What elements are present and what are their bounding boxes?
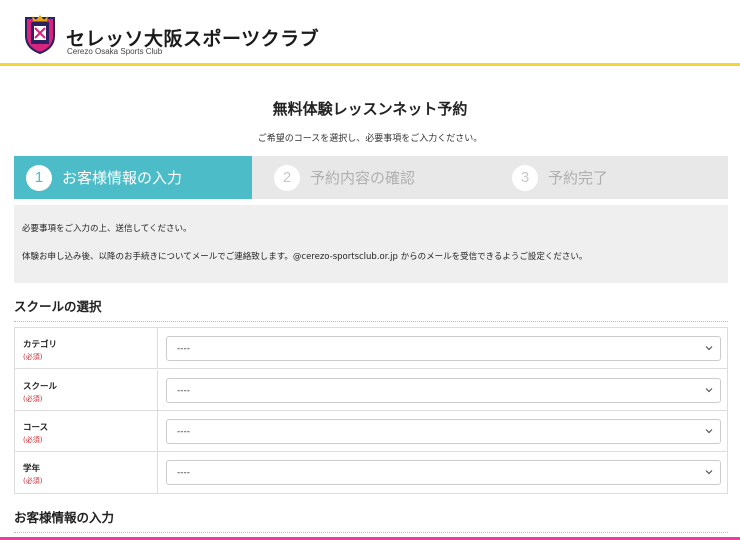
required-badge: (必須) bbox=[23, 436, 43, 444]
page-subtitle: ご希望のコースを選択し、必要事項をご入力ください。 bbox=[257, 134, 483, 144]
form-row-grade: 学年 (必須) ---- bbox=[15, 452, 727, 493]
school-label: スクール bbox=[23, 382, 58, 392]
notice-box: 必要事項をご入力の上、送信してください。 体験お申し込み後、以降のお手続きについ… bbox=[14, 205, 728, 283]
chevron-down-icon bbox=[705, 429, 713, 434]
form-row-course: コース (必須) ---- bbox=[15, 411, 727, 452]
school-select[interactable]: ---- bbox=[166, 378, 721, 403]
row-label-cell: コース (必須) bbox=[15, 411, 158, 451]
step-label: 予約完了 bbox=[548, 169, 609, 187]
step-number: 3 bbox=[512, 164, 538, 191]
form-row-category: カテゴリ (必須) ---- bbox=[15, 328, 727, 369]
step-label: 予約内容の確認 bbox=[310, 169, 416, 187]
chevron-down-icon bbox=[705, 470, 713, 475]
site-header: セレッソ大阪スポーツクラブ Cerezo Osaka Sports Club bbox=[0, 0, 740, 66]
row-label-cell: スクール (必須) bbox=[15, 370, 158, 410]
customer-section-title: お客様情報の入力 bbox=[14, 507, 728, 533]
row-label-cell: 学年 (必須) bbox=[15, 452, 158, 493]
row-label-cell: カテゴリ (必須) bbox=[15, 328, 158, 368]
step-confirm: 2 予約内容の確認 bbox=[262, 156, 500, 199]
grade-select[interactable]: ---- bbox=[166, 460, 721, 485]
course-select[interactable]: ---- bbox=[166, 419, 721, 444]
category-select[interactable]: ---- bbox=[166, 336, 721, 361]
school-form-table: カテゴリ (必須) ---- スクール (必須) ---- コース (必須) -… bbox=[14, 327, 728, 494]
school-section-title: スクールの選択 bbox=[14, 296, 728, 322]
select-value: ---- bbox=[177, 467, 190, 478]
step-customer-info: 1 お客様情報の入力 bbox=[14, 156, 252, 199]
progress-steps: 1 お客様情報の入力 2 予約内容の確認 3 予約完了 bbox=[14, 156, 728, 199]
select-value: ---- bbox=[177, 343, 190, 354]
chevron-down-icon bbox=[705, 346, 713, 351]
required-badge: (必須) bbox=[23, 353, 43, 361]
required-badge: (必須) bbox=[23, 395, 43, 403]
chevron-down-icon bbox=[705, 388, 713, 393]
required-badge: (必須) bbox=[23, 477, 43, 485]
step-number: 1 bbox=[26, 164, 52, 191]
cerezo-logo[interactable] bbox=[22, 14, 58, 54]
step-label: お客様情報の入力 bbox=[62, 169, 183, 187]
step-number: 2 bbox=[274, 164, 300, 191]
notice-line-1: 必要事項をご入力の上、送信してください。 bbox=[22, 224, 192, 234]
page-title: 無料体験レッスンネット予約 bbox=[272, 100, 468, 118]
step-complete: 3 予約完了 bbox=[500, 156, 728, 199]
course-label: コース bbox=[23, 423, 49, 433]
select-value: ---- bbox=[177, 426, 190, 437]
select-value: ---- bbox=[177, 385, 190, 396]
brand-subtitle: Cerezo Osaka Sports Club bbox=[67, 47, 163, 56]
form-row-school: スクール (必須) ---- bbox=[15, 370, 727, 411]
grade-label: 学年 bbox=[23, 464, 41, 474]
category-label: カテゴリ bbox=[23, 340, 58, 350]
notice-line-2: 体験お申し込み後、以降のお手続きについてメールでご連絡致します。@cerezo-… bbox=[22, 252, 588, 262]
